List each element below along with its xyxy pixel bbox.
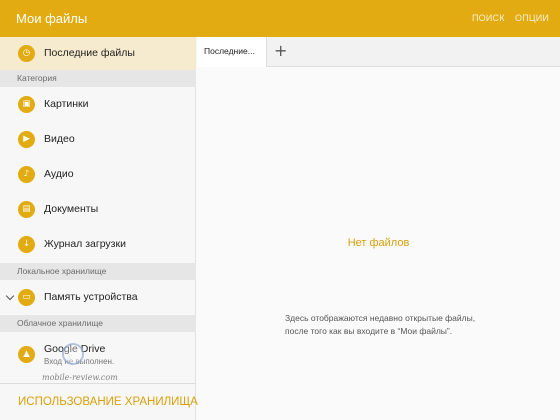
divider — [0, 383, 196, 384]
sidebar-item-label: Картинки — [44, 98, 89, 110]
chevron-down-icon[interactable] — [5, 291, 15, 301]
watermark-logo — [62, 343, 84, 365]
tab-recent-files[interactable]: Последние... — [197, 37, 267, 67]
sidebar-item-label: Журнал загрузки — [44, 238, 126, 250]
sidebar-item-label: Аудио — [44, 168, 74, 180]
sidebar-item-video[interactable]: ▶ Видео — [0, 122, 196, 157]
download-icon: ↓ — [18, 236, 35, 253]
options-button[interactable]: ОПЦИИ — [515, 13, 549, 23]
section-header-local-storage: Локальное хранилище — [0, 263, 196, 280]
storage-usage-button[interactable]: ИСПОЛЬЗОВАНИЕ ХРАНИЛИЩА — [18, 396, 198, 408]
sidebar-item-label: Документы — [44, 203, 99, 215]
sidebar-item-audio[interactable]: ♪ Аудио — [0, 157, 196, 192]
device-icon: ▭ — [18, 289, 35, 306]
sidebar-item-device-storage[interactable]: ▭ Память устройства — [0, 280, 196, 315]
sidebar: ◷ Последние файлы Категория ▣ Картинки ▶… — [0, 37, 198, 420]
section-header-category: Категория — [0, 70, 196, 87]
app-title: Мои файлы — [16, 11, 88, 26]
sidebar-item-recent-files[interactable]: ◷ Последние файлы — [0, 37, 196, 70]
empty-state-description: Здесь отображаются недавно открытые файл… — [285, 313, 476, 336]
watermark: mobile-review.com — [42, 373, 118, 382]
image-icon: ▣ — [18, 96, 35, 113]
music-note-icon: ♪ — [18, 166, 35, 183]
video-icon: ▶ — [18, 131, 35, 148]
tab-label: Последние... — [204, 46, 255, 56]
google-drive-icon: ▲ — [18, 346, 35, 363]
app-header: Мои файлы ПОИСК ОПЦИИ — [0, 0, 560, 37]
section-header-cloud-storage: Облачное хранилище — [0, 315, 196, 332]
document-icon: ▤ — [18, 201, 35, 218]
sidebar-item-label: Память устройства — [44, 291, 138, 303]
sidebar-item-images[interactable]: ▣ Картинки — [0, 87, 196, 122]
tab-bar: Последние... + — [197, 37, 560, 67]
clock-icon: ◷ — [18, 45, 35, 62]
sidebar-item-documents[interactable]: ▤ Документы — [0, 192, 196, 227]
sidebar-item-download-history[interactable]: ↓ Журнал загрузки — [0, 227, 196, 262]
sidebar-item-label: Последние файлы — [44, 47, 135, 59]
search-button[interactable]: ПОИСК — [472, 13, 505, 23]
empty-state-title: Нет файлов — [347, 237, 410, 249]
add-tab-button[interactable]: + — [274, 41, 287, 60]
sidebar-item-label: Видео — [44, 133, 75, 145]
